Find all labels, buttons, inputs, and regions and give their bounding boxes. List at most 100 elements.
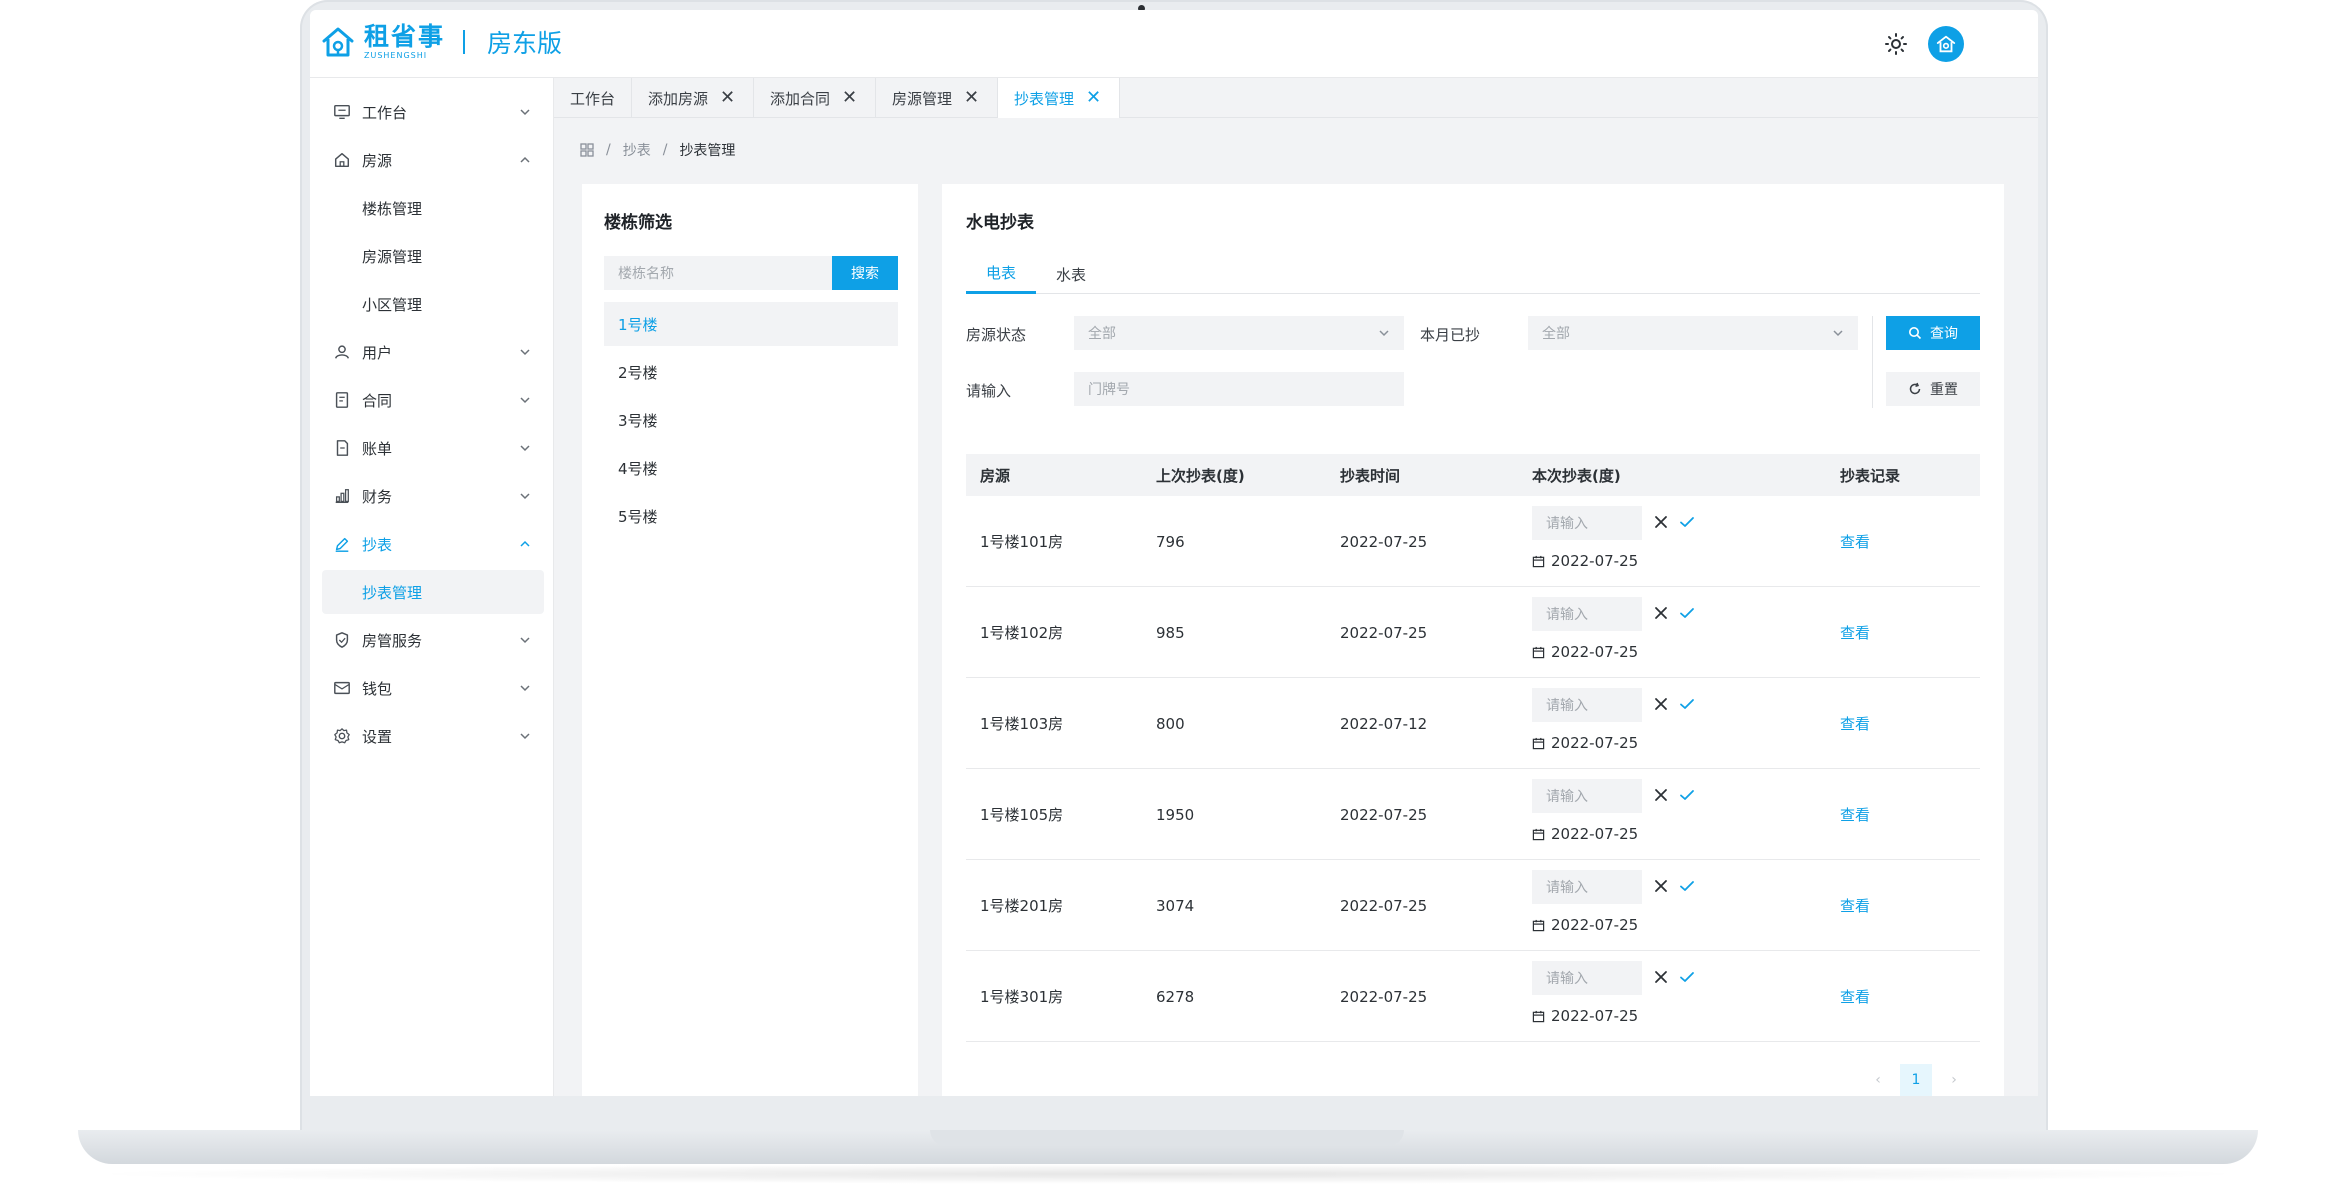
next-page-button[interactable]: ›	[1946, 1072, 1962, 1088]
cancel-icon[interactable]	[1652, 968, 1670, 986]
tab-add-property[interactable]: 添加房源 ✕	[632, 78, 754, 118]
view-record-link[interactable]: 查看	[1840, 951, 1870, 1042]
current-reading-input[interactable]: 请输入	[1532, 779, 1642, 813]
reset-button[interactable]: 重置	[1886, 372, 1980, 406]
confirm-check-icon[interactable]	[1678, 786, 1696, 804]
cancel-icon[interactable]	[1652, 877, 1670, 895]
view-record-link[interactable]: 查看	[1840, 587, 1870, 678]
tab-label: 添加房源	[648, 89, 709, 108]
tab-label: 添加合同	[770, 89, 831, 108]
gear-icon	[332, 726, 352, 746]
current-reading-input[interactable]: 请输入	[1532, 597, 1642, 631]
table-row: 1号楼105房 1950 2022-07-25 请输入 2022-07-25 查看	[966, 769, 1980, 860]
view-record-link[interactable]: 查看	[1840, 678, 1870, 769]
tab-meter-mgmt[interactable]: 抄表管理 ✕	[998, 78, 1120, 118]
read-filter-select[interactable]: 全部	[1528, 316, 1858, 350]
sidebar-item-meter[interactable]: 抄表	[322, 522, 544, 566]
building-search-input[interactable]: 楼栋名称	[604, 256, 832, 290]
house-avatar-icon	[1936, 35, 1956, 53]
reading-date[interactable]: 2022-07-25	[1532, 916, 1638, 934]
view-record-link[interactable]: 查看	[1840, 496, 1870, 587]
reading-time-cell: 2022-07-25	[1340, 805, 1428, 824]
laptop-shadow	[78, 1164, 2258, 1184]
tab-add-contract[interactable]: 添加合同 ✕	[754, 78, 876, 118]
close-icon[interactable]: ✕	[842, 89, 857, 107]
confirm-check-icon[interactable]	[1678, 513, 1696, 531]
close-icon[interactable]: ✕	[720, 89, 735, 107]
sidebar-item-service[interactable]: 房管服务	[322, 618, 544, 662]
tab-water-meter[interactable]: 水表	[1036, 254, 1106, 294]
tab-property-mgmt[interactable]: 房源管理 ✕	[876, 78, 998, 118]
user-icon	[332, 342, 352, 362]
breadcrumb-current: 抄表管理	[679, 143, 736, 159]
read-filter-label: 本月已抄	[1420, 326, 1481, 344]
sidebar-item-property[interactable]: 房源	[322, 138, 544, 182]
reading-date[interactable]: 2022-07-25	[1532, 552, 1638, 570]
confirm-check-icon[interactable]	[1678, 877, 1696, 895]
building-item[interactable]: 3号楼	[604, 398, 898, 442]
sidebar-item-workbench[interactable]: 工作台	[322, 90, 544, 134]
sidebar-item-wallet[interactable]: 钱包	[322, 666, 544, 710]
tab-electric-meter[interactable]: 电表	[966, 254, 1036, 294]
current-reading-input[interactable]: 请输入	[1532, 870, 1642, 904]
confirm-check-icon[interactable]	[1678, 604, 1696, 622]
avatar[interactable]	[1928, 26, 1964, 62]
reading-date[interactable]: 2022-07-25	[1532, 1007, 1638, 1025]
chevron-down-icon	[520, 109, 530, 116]
contract-icon	[332, 390, 352, 410]
reading-date[interactable]: 2022-07-25	[1532, 734, 1638, 752]
cancel-icon[interactable]	[1652, 513, 1670, 531]
calendar-icon	[1532, 919, 1545, 931]
reading-date[interactable]: 2022-07-25	[1532, 825, 1638, 843]
sidebar-item-finance[interactable]: 财务	[322, 474, 544, 518]
sidebar-subitem-building-mgmt[interactable]: 楼栋管理	[322, 186, 544, 230]
door-number-input[interactable]: 门牌号	[1074, 372, 1404, 406]
view-record-link[interactable]: 查看	[1840, 860, 1870, 951]
sidebar-subitem-meter-mgmt[interactable]: 抄表管理	[322, 570, 544, 614]
reading-time-cell: 2022-07-12	[1340, 714, 1428, 733]
reading-date[interactable]: 2022-07-25	[1532, 643, 1638, 661]
table-row: 1号楼201房 3074 2022-07-25 请输入 2022-07-25 查看	[966, 860, 1980, 951]
brand-logo[interactable]: 租省事 ZUSHENGSHI 房东版	[320, 24, 562, 60]
building-item[interactable]: 4号楼	[604, 446, 898, 490]
pagination: ‹ 1 ›	[1870, 1064, 1962, 1096]
grid-icon[interactable]	[580, 143, 594, 157]
calendar-icon	[1532, 737, 1545, 749]
sidebar-item-bills[interactable]: 账单	[322, 426, 544, 470]
last-reading-cell: 3074	[1156, 896, 1195, 915]
cancel-icon[interactable]	[1652, 786, 1670, 804]
building-search-button[interactable]: 搜索	[832, 256, 898, 290]
close-icon[interactable]: ✕	[964, 89, 979, 107]
sidebar-item-users[interactable]: 用户	[322, 330, 544, 374]
building-item[interactable]: 2号楼	[604, 350, 898, 394]
confirm-check-icon[interactable]	[1678, 695, 1696, 713]
status-filter-select[interactable]: 全部	[1074, 316, 1404, 350]
sidebar-item-settings[interactable]: 设置	[322, 714, 544, 758]
current-reading-input[interactable]: 请输入	[1532, 506, 1642, 540]
prev-page-button[interactable]: ‹	[1870, 1072, 1886, 1088]
sidebar-subitem-community-mgmt[interactable]: 小区管理	[322, 282, 544, 326]
cancel-icon[interactable]	[1652, 604, 1670, 622]
query-button[interactable]: 查询	[1886, 316, 1980, 350]
current-reading-input[interactable]: 请输入	[1532, 688, 1642, 722]
building-item[interactable]: 5号楼	[604, 494, 898, 538]
sun-icon[interactable]	[1884, 32, 1908, 56]
wallet-icon	[332, 678, 352, 698]
cancel-icon[interactable]	[1652, 695, 1670, 713]
building-item[interactable]: 1号楼	[604, 302, 898, 346]
tab-workbench[interactable]: 工作台	[554, 78, 632, 118]
current-reading-input[interactable]: 请输入	[1532, 961, 1642, 995]
calendar-icon	[1532, 555, 1545, 567]
reading-date-value: 2022-07-25	[1551, 552, 1639, 570]
page-number-button[interactable]: 1	[1900, 1064, 1932, 1096]
sidebar-item-contract[interactable]: 合同	[322, 378, 544, 422]
reading-date-value: 2022-07-25	[1551, 734, 1639, 752]
last-reading-cell: 1950	[1156, 805, 1195, 824]
breadcrumb-meter[interactable]: 抄表	[623, 140, 651, 160]
sidebar-subitem-property-mgmt[interactable]: 房源管理	[322, 234, 544, 278]
brand-divider	[463, 30, 466, 54]
building-filter-panel: 楼栋筛选 楼栋名称 搜索 1号楼 2号楼 3号楼 4号楼 5号楼	[582, 184, 918, 1096]
view-record-link[interactable]: 查看	[1840, 769, 1870, 860]
close-icon[interactable]: ✕	[1086, 89, 1101, 107]
confirm-check-icon[interactable]	[1678, 968, 1696, 986]
